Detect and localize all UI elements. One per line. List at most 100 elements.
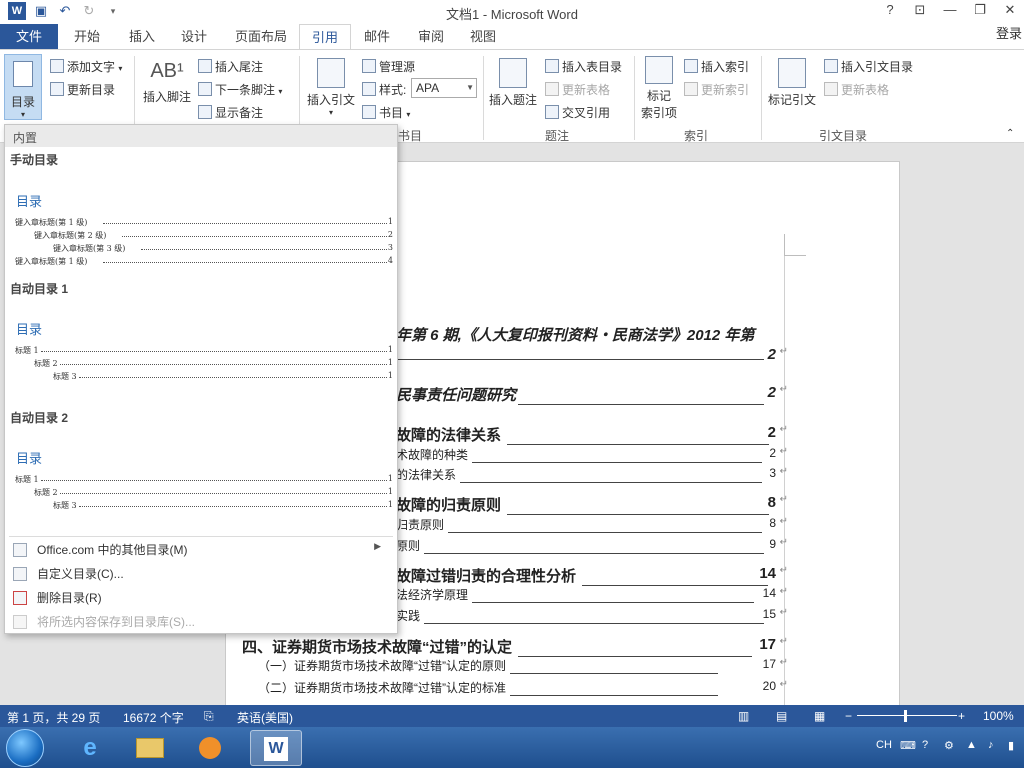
update-table-button[interactable]: 更新目录 bbox=[50, 81, 115, 98]
network-icon[interactable]: ▮ bbox=[1008, 739, 1014, 752]
toc-entry[interactable]: 原则 9 ↵ bbox=[396, 537, 788, 554]
toc-entry[interactable]: （二）证券期货市场技术故障“过错”认定的标准 20 ↵ bbox=[258, 679, 788, 696]
toc-entry[interactable]: （一）证券期货市场技术故障“过错”认定的原则 17 ↵ bbox=[258, 657, 788, 674]
auto-toc-1-option[interactable]: 目录 标题 11 标题 21 标题 31 bbox=[9, 299, 393, 385]
tab-insert[interactable]: 插入 bbox=[117, 24, 167, 49]
crop-mark bbox=[784, 234, 785, 256]
close-button[interactable]: ✕ bbox=[1000, 2, 1020, 18]
toc-entry[interactable]: 的法律关系 3 ↵ bbox=[396, 466, 788, 483]
zoom-level[interactable]: 100% bbox=[983, 709, 1014, 723]
update-index-button[interactable]: 更新索引 bbox=[684, 81, 749, 98]
media-player-icon[interactable] bbox=[188, 730, 232, 766]
more-tocs-from-office-menu-item[interactable]: Office.com 中的其他目录(M) ▶ bbox=[13, 541, 391, 558]
group-label-captions: 题注 bbox=[545, 129, 570, 143]
zoom-out-button[interactable]: − bbox=[845, 709, 852, 723]
group-divider bbox=[483, 56, 484, 140]
word-count[interactable]: 16672 个字 bbox=[123, 709, 184, 726]
chevron-down-icon: ▾ bbox=[406, 110, 411, 119]
settings-tray-icon[interactable]: ⚙ bbox=[944, 739, 954, 752]
proofing-icon[interactable]: ⎘ bbox=[204, 709, 214, 724]
toc-entry[interactable]: 2 ↵ bbox=[396, 346, 788, 363]
language-indicator[interactable]: 英语(美国) bbox=[237, 709, 293, 726]
restore-button[interactable]: ❐ bbox=[970, 2, 990, 18]
toc-preview-row: 标题 31 bbox=[53, 371, 393, 381]
save-selection-to-gallery-menu-item[interactable]: 将所选内容保存到目录库(S)... bbox=[13, 613, 195, 630]
mark-entry-button[interactable]: 标记 索引项 bbox=[638, 56, 680, 121]
insert-caption-button[interactable]: 插入题注 bbox=[487, 58, 539, 108]
manual-toc-option[interactable]: 目录 键入章标题(第 1 级) 1 键入章标题(第 2 级) 2 键入章标题(第 3… bbox=[9, 169, 393, 269]
toc-entry[interactable]: 年第 6 期,《人大复印报刊资料・民商法学》2012 年第 bbox=[396, 324, 778, 345]
insert-footnote-button[interactable]: AB¹ 插入脚注 bbox=[140, 60, 194, 105]
word-taskbar-icon[interactable]: W bbox=[250, 730, 302, 766]
toc-entry[interactable]: 法经济学原理 14 ↵ bbox=[396, 586, 788, 603]
tab-view[interactable]: 视图 bbox=[458, 24, 508, 49]
start-button-icon[interactable] bbox=[6, 729, 44, 767]
chevron-down-icon: ▾ bbox=[20, 110, 25, 119]
show-notes-button[interactable]: 显示备注 bbox=[198, 104, 263, 121]
volume-icon[interactable]: ♪ bbox=[988, 739, 994, 751]
toc-entry[interactable]: 实践 15 ↵ bbox=[396, 607, 788, 624]
manage-sources-button[interactable]: 管理源 bbox=[362, 58, 415, 75]
tab-file[interactable]: 文件 bbox=[0, 24, 58, 49]
insert-index-button[interactable]: 插入索引 bbox=[684, 58, 749, 75]
tab-references[interactable]: 引用 bbox=[299, 24, 352, 50]
custom-toc-menu-item[interactable]: 自定义目录(C)... bbox=[13, 565, 124, 582]
toc-entry[interactable]: 民事责任问题研究 2 ↵ bbox=[396, 384, 788, 405]
table-of-contents-button[interactable]: 目录 ▾ bbox=[4, 54, 42, 120]
page-count[interactable]: 第 1 页，共 29 页 bbox=[7, 709, 100, 726]
custom-toc-icon bbox=[13, 567, 27, 581]
collapse-ribbon-icon[interactable]: ⌃ bbox=[1006, 128, 1014, 139]
remove-toc-menu-item[interactable]: 删除目录(R) bbox=[13, 589, 102, 606]
toc-entry[interactable]: 四、证券期货市场技术故障“过错”的认定 17 ↵ bbox=[242, 636, 788, 657]
toc-preview-row: 标题 21 bbox=[34, 358, 393, 368]
zoom-slider[interactable] bbox=[857, 715, 957, 716]
chevron-down-icon: ▾ bbox=[328, 108, 333, 117]
input-language-indicator[interactable]: CH bbox=[876, 739, 892, 751]
file-explorer-icon[interactable] bbox=[128, 730, 172, 766]
tab-home[interactable]: 开始 bbox=[62, 24, 112, 49]
bibliography-button[interactable]: 书目 ▾ bbox=[362, 104, 410, 121]
update-figures-table-button[interactable]: 更新表格 bbox=[545, 81, 610, 98]
status-bar: 第 1 页，共 29 页 16672 个字 ⎘ 英语(美国) ▥ ▤ ▦ − +… bbox=[0, 705, 1024, 727]
help-tray-icon[interactable]: ? bbox=[922, 739, 928, 751]
print-layout-icon[interactable]: ▤ bbox=[776, 709, 787, 723]
read-mode-icon[interactable]: ▥ bbox=[738, 709, 749, 723]
title-bar: W ▣ ↶ ↻ ▾ 文档1 - Microsoft Word ? ⊡ — ❐ ✕ bbox=[0, 0, 1024, 24]
cross-reference-button[interactable]: 交叉引用 bbox=[545, 104, 610, 121]
group-divider bbox=[634, 56, 635, 140]
next-footnote-button[interactable]: 下一条脚注 ▾ bbox=[198, 81, 282, 98]
auto-toc-2-option[interactable]: 目录 标题 11 标题 21 标题 31 bbox=[9, 428, 393, 514]
toc-entry[interactable]: 术故障的种类 2 ↵ bbox=[396, 446, 788, 463]
toc-entry[interactable]: 故障的归责原则 8 ↵ bbox=[396, 494, 788, 515]
toc-entry[interactable]: 故障过错归责的合理性分析 14 ↵ bbox=[396, 565, 788, 586]
toc-entry[interactable]: 归责原则 8 ↵ bbox=[396, 516, 788, 533]
keyboard-icon[interactable]: ⌨ bbox=[900, 739, 916, 752]
web-layout-icon[interactable]: ▦ bbox=[814, 709, 825, 723]
zoom-slider-thumb[interactable] bbox=[904, 710, 907, 722]
footnote-icon: AB¹ bbox=[150, 60, 184, 82]
insert-table-of-authorities-button[interactable]: 插入引文目录 bbox=[824, 58, 913, 75]
tab-design[interactable]: 设计 bbox=[169, 24, 219, 49]
sign-in-link[interactable]: 登录 bbox=[996, 24, 1022, 44]
group-label-table-of-authorities: 引文目录 bbox=[819, 129, 868, 143]
ribbon-display-options-icon[interactable]: ⊡ bbox=[910, 2, 930, 18]
help-button[interactable]: ? bbox=[880, 2, 900, 18]
insert-endnote-button[interactable]: 插入尾注 bbox=[198, 58, 263, 75]
minimize-button[interactable]: — bbox=[940, 2, 960, 18]
chevron-down-icon: ▾ bbox=[118, 64, 123, 73]
internet-explorer-icon[interactable]: e bbox=[68, 730, 112, 766]
toc-preview-row: 标题 31 bbox=[53, 500, 393, 510]
tab-mailings[interactable]: 邮件 bbox=[352, 24, 402, 49]
zoom-in-button[interactable]: + bbox=[958, 709, 965, 723]
insert-citation-button[interactable]: 插入引文 ▾ bbox=[304, 58, 358, 117]
toc-preview-row: 标题 21 bbox=[34, 487, 393, 497]
tab-layout[interactable]: 页面布局 bbox=[223, 24, 299, 49]
insert-table-of-figures-button[interactable]: 插入表目录 bbox=[545, 58, 622, 75]
mark-citation-button[interactable]: 标记引文 bbox=[765, 58, 819, 108]
tab-review[interactable]: 审阅 bbox=[406, 24, 456, 49]
add-text-button[interactable]: 添加文字 ▾ bbox=[50, 58, 122, 75]
toc-entry[interactable]: 故障的法律关系 2 ↵ bbox=[396, 424, 788, 445]
update-authorities-table-button[interactable]: 更新表格 bbox=[824, 81, 889, 98]
citation-style-select[interactable]: APA ▼ bbox=[411, 78, 477, 98]
show-hidden-icons-icon[interactable]: ▲ bbox=[966, 739, 977, 751]
